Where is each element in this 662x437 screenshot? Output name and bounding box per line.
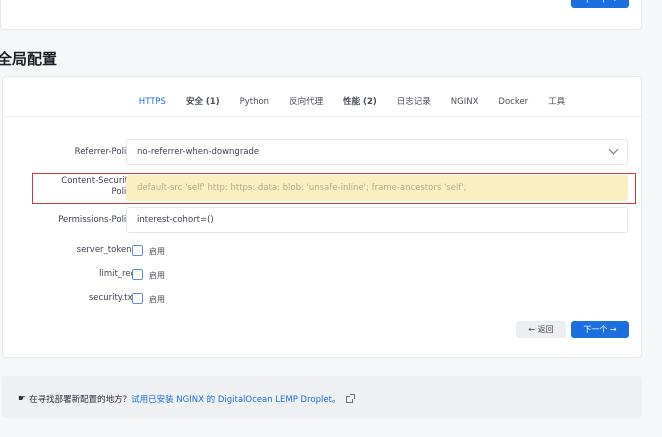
promo-link[interactable]: 试用已安装 NGINX 的 DigitalOcean LEMP Droplet。 (131, 393, 340, 405)
tab-python[interactable]: Python (230, 97, 279, 117)
annotation-highlight-box (32, 173, 636, 204)
promo-question: 在寻找部署新配置的地方? (29, 395, 128, 405)
permissions-policy-label: Permissions-Policy (58, 215, 136, 225)
hand-point-icon: ☛ (18, 394, 27, 404)
server-tokens-check-label: 启用 (149, 247, 165, 256)
permissions-policy-input[interactable]: interest-cohort=() (126, 207, 628, 233)
tab-nginx[interactable]: NGINX (441, 97, 489, 117)
limit-req-label: limit_req (99, 269, 136, 279)
tab-reverse-proxy[interactable]: 反向代理 (279, 95, 333, 117)
security-txt-check-label: 启用 (149, 295, 165, 304)
tab-docker[interactable]: Docker (488, 97, 538, 117)
previous-next-button[interactable]: 下一个 → (571, 0, 629, 8)
previous-card: 下一个 → (0, 0, 642, 30)
next-button[interactable]: 下一个 → (571, 321, 629, 338)
limit-req-checkbox[interactable] (132, 269, 143, 280)
promo-banner: ☛ 在寻找部署新配置的地方? 试用已安装 NGINX 的 DigitalOcea… (2, 376, 642, 418)
server-tokens-label: server_tokens (76, 245, 136, 255)
tab-security[interactable]: 安全 (1) (176, 95, 230, 117)
tab-tools[interactable]: 工具 (538, 95, 575, 117)
tab-https[interactable]: HTTPS (129, 97, 176, 117)
chevron-down-icon (608, 144, 619, 155)
referrer-policy-value: no-referrer-when-downgrade (137, 147, 260, 157)
limit-req-check-label: 启用 (149, 271, 165, 280)
tab-bar: HTTPS 安全 (1) Python 反向代理 性能 (2) 日志记录 NGI… (3, 77, 641, 117)
back-button[interactable]: ← 返回 (516, 321, 566, 338)
security-txt-checkbox[interactable] (132, 293, 143, 304)
tab-logging[interactable]: 日志记录 (387, 95, 441, 117)
referrer-policy-select[interactable]: no-referrer-when-downgrade (126, 139, 628, 165)
external-link-icon[interactable] (346, 393, 356, 403)
server-tokens-checkbox[interactable] (132, 245, 143, 256)
promo-text: ☛ 在寻找部署新配置的地方? 试用已安装 NGINX 的 DigitalOcea… (18, 393, 356, 405)
page-title: 全局配置 (0, 50, 58, 68)
tab-performance[interactable]: 性能 (2) (333, 95, 387, 117)
security-txt-label: security.txt (88, 293, 136, 303)
